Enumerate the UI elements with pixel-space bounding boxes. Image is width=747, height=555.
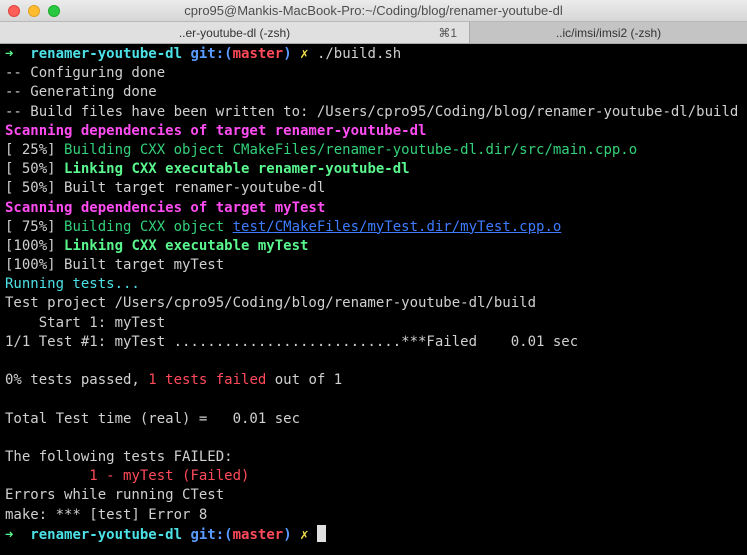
test-result-line: 1/1 Test #1: myTest ....................… — [5, 333, 579, 350]
dirty-marker-icon: ✗ — [300, 526, 309, 543]
git-branch: master — [232, 46, 284, 62]
link-line: [ 50%] Linking CXX executable renamer-yo… — [5, 160, 745, 179]
build-line: [ 25%] Building CXX object CMakeFiles/re… — [5, 141, 745, 160]
failed-test-line: 1 - myTest (Failed) — [5, 468, 250, 485]
progress-prefix: [ 50%] — [5, 161, 65, 178]
link-text: Linking CXX executable myTest — [64, 237, 309, 254]
git-label: git:( — [190, 526, 233, 543]
tab-shortcut: ⌘1 — [438, 26, 457, 40]
progress-prefix: [100%] — [5, 237, 65, 254]
git-label-close: ) — [283, 46, 292, 62]
summary-line: 0% tests passed, 1 tests failed out of 1 — [5, 371, 745, 390]
object-file-link[interactable]: test/CMakeFiles/myTest.dir/myTest.cpp.o — [233, 219, 562, 235]
prompt-line: ➜ renamer-youtube-dl git:(master) ✗ ./bu… — [5, 45, 745, 64]
tab-bar: ..er-youtube-dl (-zsh) ⌘1 ..ic/imsi/imsi… — [0, 22, 747, 44]
prompt-arrow-icon: ➜ — [5, 526, 14, 543]
output-line: -- Configuring done — [5, 65, 166, 82]
text-cursor — [316, 524, 326, 542]
tab-imsi2[interactable]: ..ic/imsi/imsi2 (-zsh) — [470, 22, 747, 43]
summary-total: out of 1 — [266, 372, 343, 389]
build-line: [ 75%] Building CXX object test/CMakeFil… — [5, 218, 745, 237]
terminal-output[interactable]: ➜ renamer-youtube-dl git:(master) ✗ ./bu… — [5, 45, 745, 544]
summary-failed: 1 tests failed — [148, 372, 267, 389]
git-branch: master — [232, 526, 284, 543]
prompt-directory: renamer-youtube-dl — [30, 526, 183, 543]
progress-prefix: [ 75%] — [5, 218, 65, 235]
output-line: [100%] Built target myTest — [5, 257, 225, 274]
command-text: ./build.sh — [316, 46, 402, 62]
summary-passed: 0% tests passed, — [5, 372, 149, 389]
prompt-arrow-icon: ➜ — [5, 46, 14, 62]
output-line: Start 1: myTest — [5, 314, 166, 331]
output-line: -- Generating done — [5, 84, 157, 101]
dirty-marker-icon: ✗ — [300, 46, 309, 62]
output-line: [ 50%] Built target renamer-youtube-dl — [5, 180, 326, 197]
link-text: Linking CXX executable renamer-youtube-d… — [64, 161, 410, 178]
output-line: -- Build files have been written to: /Us… — [5, 103, 739, 120]
running-tests-line: Running tests... — [5, 276, 140, 293]
prompt-directory: renamer-youtube-dl — [30, 46, 183, 62]
terminal-window: cpro95@Mankis-MacBook-Pro:~/Coding/blog/… — [0, 0, 747, 555]
tab-renamer-youtube-dl[interactable]: ..er-youtube-dl (-zsh) ⌘1 — [0, 22, 470, 43]
tab-label: ..er-youtube-dl (-zsh) — [178, 26, 291, 40]
title-bar: cpro95@Mankis-MacBook-Pro:~/Coding/blog/… — [0, 0, 747, 22]
git-label: git:( — [190, 46, 233, 62]
progress-prefix: [ 25%] — [5, 141, 65, 158]
build-text: Building CXX object — [64, 218, 233, 235]
output-line: make: *** [test] Error 8 — [5, 506, 208, 523]
output-line: Errors while running CTest — [5, 487, 225, 504]
tab-label: ..ic/imsi/imsi2 (-zsh) — [555, 26, 662, 40]
output-line: The following tests FAILED: — [5, 448, 233, 465]
prompt-line: ➜ renamer-youtube-dl git:(master) ✗ — [5, 524, 745, 544]
link-line: [100%] Linking CXX executable myTest — [5, 237, 745, 256]
build-text: Building CXX object CMakeFiles/renamer-y… — [64, 141, 638, 158]
git-label-close: ) — [283, 526, 292, 543]
output-line: Test project /Users/cpro95/Coding/blog/r… — [5, 295, 537, 312]
output-line: Total Test time (real) = 0.01 sec — [5, 410, 301, 427]
scanning-line: Scanning dependencies of target myTest — [5, 199, 326, 216]
scanning-line: Scanning dependencies of target renamer-… — [5, 122, 427, 139]
window-title: cpro95@Mankis-MacBook-Pro:~/Coding/blog/… — [184, 3, 563, 18]
